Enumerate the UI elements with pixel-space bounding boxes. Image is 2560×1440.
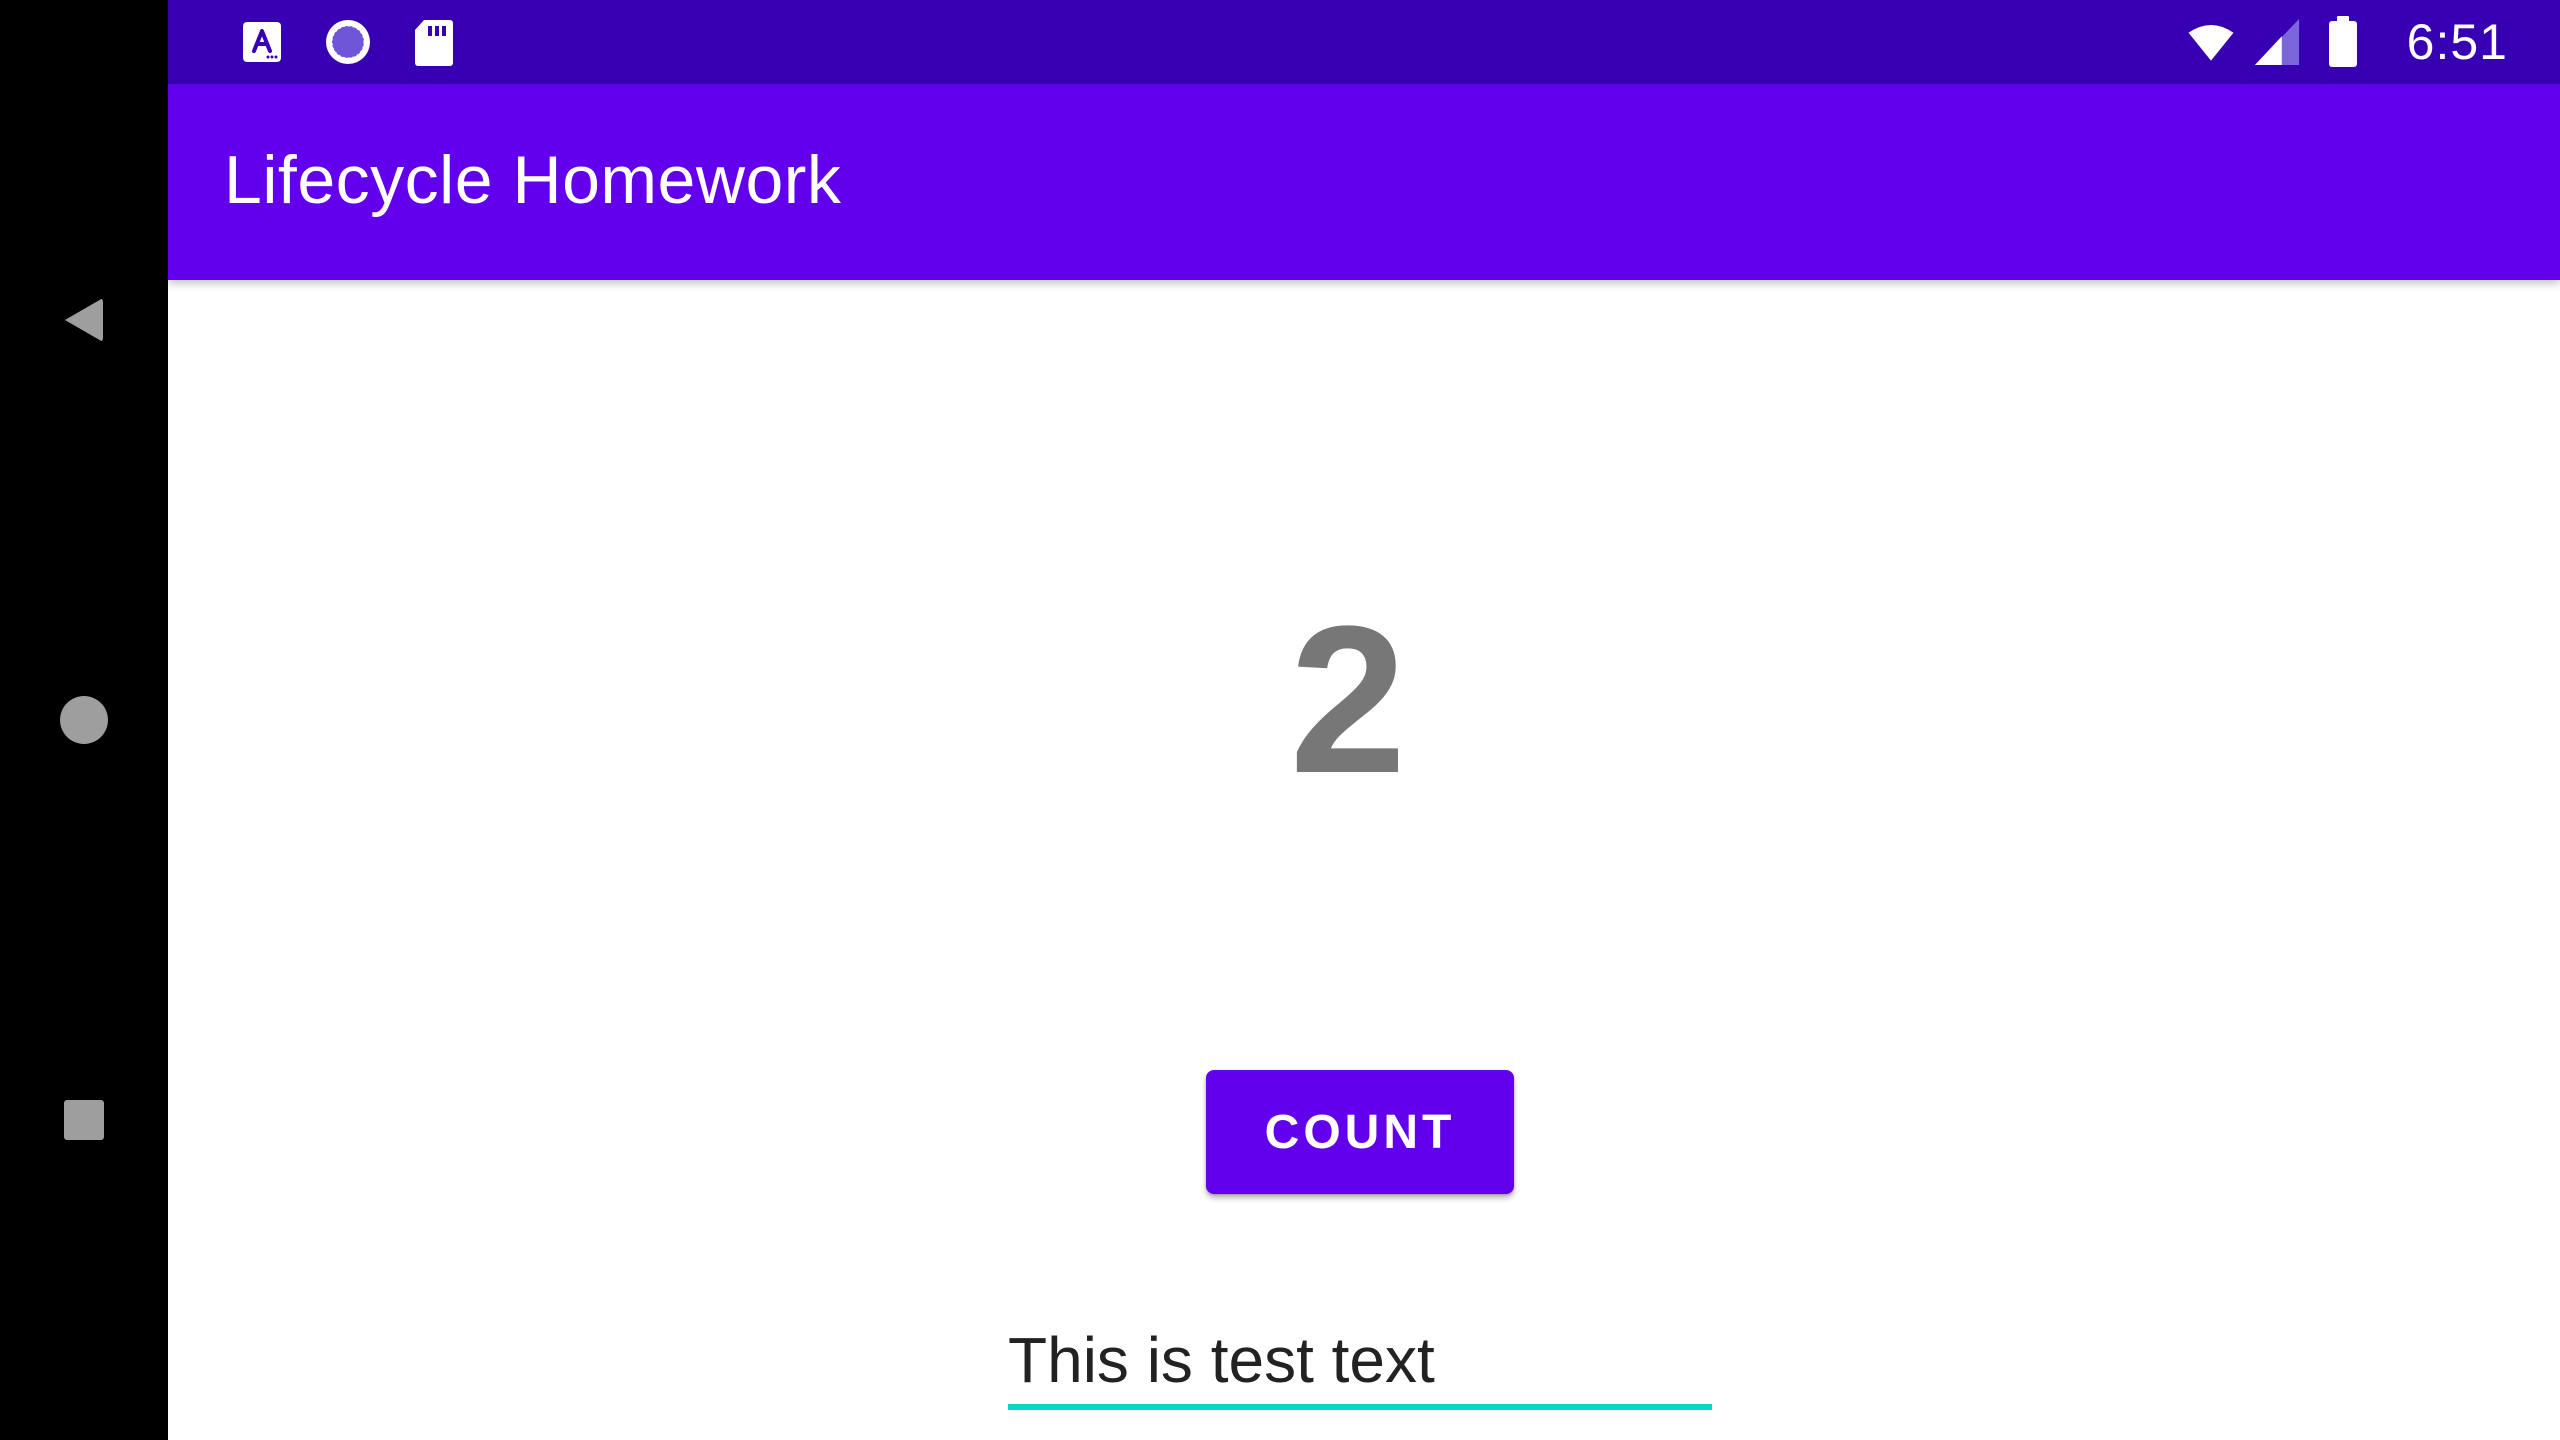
home-button[interactable]: [44, 680, 124, 760]
app-screen: 6:51 Lifecycle Homework 2 COUNT This is …: [168, 0, 2560, 1440]
back-icon: [65, 298, 103, 342]
home-icon: [60, 696, 108, 744]
text-field-value: This is test text: [1008, 1324, 1435, 1396]
sd-card-icon: [410, 18, 458, 66]
recent-apps-icon: [64, 1100, 104, 1140]
system-navigation-bar: [0, 0, 168, 1440]
loading-circle-icon: [324, 18, 372, 66]
counter-display: 2: [1289, 582, 1407, 817]
count-button-label: COUNT: [1264, 1105, 1456, 1159]
app-bar: Lifecycle Homework: [168, 84, 2560, 280]
status-time: 6:51: [2406, 14, 2508, 70]
recent-apps-button[interactable]: [44, 1080, 124, 1160]
status-bar: 6:51: [168, 0, 2560, 84]
a-letter-icon: [238, 18, 286, 66]
count-button[interactable]: COUNT: [1206, 1070, 1514, 1194]
battery-icon: [2319, 16, 2367, 67]
status-left-icons: [238, 16, 458, 68]
cellular-signal-icon: [2253, 18, 2301, 66]
main-content: 2 COUNT This is test text: [168, 280, 2560, 1440]
status-right-icons: 6:51: [2187, 12, 2508, 72]
text-input-field[interactable]: This is test text: [1008, 1316, 1712, 1410]
back-button[interactable]: [44, 280, 124, 360]
app-title: Lifecycle Homework: [224, 142, 842, 218]
wifi-icon: [2187, 18, 2235, 66]
